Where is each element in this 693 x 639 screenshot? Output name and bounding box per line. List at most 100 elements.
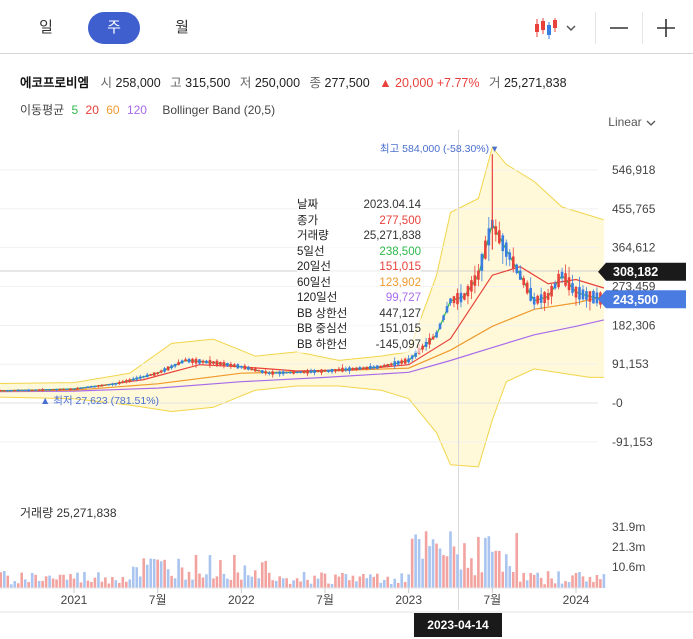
volume-bar [494, 550, 498, 588]
candle-body [564, 273, 567, 286]
volume-bar [362, 573, 365, 588]
candle-body [212, 361, 215, 364]
volume-bar [456, 554, 459, 588]
volume-bar [543, 584, 546, 588]
volume-bar [375, 573, 379, 588]
volume-bar [407, 574, 410, 588]
volume-bar [431, 539, 435, 588]
candle-body [344, 368, 348, 371]
candle-body [121, 381, 125, 383]
candle-body [187, 358, 191, 363]
candle-body [400, 360, 403, 364]
candle-body [494, 226, 498, 235]
candle-body [393, 361, 397, 366]
volume-bar [557, 571, 560, 588]
candle-body [292, 371, 295, 374]
volume-bar [459, 569, 463, 588]
candle-body [365, 366, 369, 369]
candle-body [156, 372, 159, 374]
volume-bar [215, 576, 219, 588]
candle-body [403, 358, 407, 364]
candle-body [2, 390, 6, 392]
date-tick-label: 2022 [228, 593, 255, 607]
candle-body [560, 271, 564, 279]
candle-body [372, 366, 376, 369]
volume-bar [417, 539, 421, 588]
volume-bar [414, 534, 417, 588]
candle-body [20, 390, 24, 392]
volume-bar [166, 569, 170, 588]
candle-body [543, 292, 546, 304]
tooltip-row: BB 상한선 447,127 [297, 306, 421, 322]
candle-body [69, 388, 72, 390]
date-axis: 2021 7월 2022 7월 2023 7월 2024 [0, 588, 693, 613]
volume-bar [518, 581, 522, 588]
volume-bar [194, 555, 198, 588]
volume-bar [452, 546, 456, 588]
candle-body [518, 270, 522, 280]
volume-bar [396, 582, 400, 588]
volume-bar [163, 559, 166, 588]
volume-bar [128, 579, 132, 588]
min-annotation: ▲ 최저 27,623 (781.51%) [40, 395, 159, 407]
volume-bar [30, 572, 34, 588]
candle-body [9, 390, 13, 392]
tooltip-row: 거래량 25,271,838 [297, 229, 421, 245]
candle-body [459, 292, 463, 303]
tooltip-label: 20일선 [297, 261, 331, 273]
tooltip-row: 5일선 238,500 [297, 244, 421, 260]
tooltip-row: 120일선 99,727 [297, 291, 421, 307]
volume-bar [149, 558, 152, 588]
price-tick-label: 182,306 [612, 318, 656, 332]
volume-bar [131, 566, 135, 588]
hover-date-badge: 2023-04-14 [414, 613, 502, 637]
volume-bar [104, 577, 107, 588]
candle-body [104, 384, 107, 386]
candle-body [550, 285, 553, 297]
volume-bar [55, 579, 58, 588]
candle-body [111, 383, 114, 385]
candle-body [76, 387, 79, 390]
candle-body [341, 367, 344, 372]
tooltip-value: 99,727 [385, 292, 421, 304]
candle-body [257, 370, 261, 372]
volume-bar [382, 579, 386, 588]
volume-bar [602, 574, 606, 588]
candle-body [149, 374, 152, 376]
volume-bar [529, 572, 532, 588]
candle-body [27, 389, 30, 392]
volume-bar [100, 581, 104, 588]
price-tick-label: 364,612 [612, 241, 656, 255]
volume-bar [372, 576, 376, 588]
volume-bar [595, 575, 599, 588]
candle-body [191, 358, 194, 364]
tooltip-value: 2023.04.14 [363, 199, 421, 211]
date-tick-label: 7월 [316, 593, 334, 607]
candle-body [37, 389, 41, 391]
candle-body [508, 252, 512, 260]
volume-bar [578, 572, 581, 588]
price-axis: 546,918455,765364,612273,459182,30691,15… [598, 163, 686, 449]
candle-body [145, 374, 149, 378]
volume-bar [152, 558, 156, 588]
volume-bar [588, 577, 592, 588]
candle-body [278, 371, 281, 375]
candle-body [571, 283, 574, 293]
date-tick-label: 2023 [395, 593, 422, 607]
volume-bar [564, 581, 567, 588]
volume-bar [553, 583, 557, 588]
volume-bar [379, 582, 383, 588]
volume-bar [177, 558, 180, 588]
volume-bar [142, 558, 146, 588]
volume-title: 거래량 25,271,838 [20, 506, 117, 520]
volume-bar [599, 579, 602, 588]
volume-bar [285, 578, 288, 588]
candle-body [435, 332, 438, 338]
candle-body [470, 280, 473, 292]
candle-body [233, 364, 236, 368]
candle-body [477, 270, 480, 280]
volume-bar [226, 578, 229, 588]
volume-bar [522, 572, 526, 588]
volume-bar [592, 581, 595, 588]
candle-body [198, 359, 201, 364]
